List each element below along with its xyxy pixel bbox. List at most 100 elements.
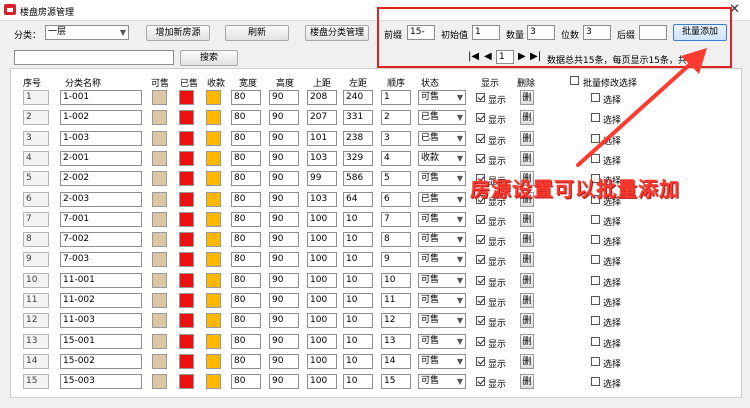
- row-left-input[interactable]: 10: [343, 313, 373, 328]
- row-top-input[interactable]: 103: [307, 192, 337, 207]
- row-height-input[interactable]: 90: [269, 313, 299, 328]
- row-delete-button[interactable]: 删: [520, 293, 534, 308]
- reserved-color-swatch[interactable]: [206, 374, 221, 389]
- row-status-select[interactable]: 可售 ▼: [418, 232, 466, 247]
- sold-color-swatch[interactable]: [179, 131, 194, 146]
- row-status-select[interactable]: 可售 ▼: [418, 273, 466, 288]
- row-status-select[interactable]: 已售 ▼: [418, 192, 466, 207]
- sold-color-swatch[interactable]: [179, 212, 194, 227]
- batch-edit-select-all-checkbox[interactable]: [570, 76, 579, 85]
- row-top-input[interactable]: 100: [307, 334, 337, 349]
- sold-color-swatch[interactable]: [179, 354, 194, 369]
- row-delete-button[interactable]: 删: [520, 252, 534, 267]
- sold-color-swatch[interactable]: [179, 110, 194, 125]
- row-status-select[interactable]: 可售 ▼: [418, 354, 466, 369]
- sold-color-swatch[interactable]: [179, 192, 194, 207]
- row-order-input[interactable]: 2: [381, 110, 411, 125]
- sellable-color-swatch[interactable]: [152, 354, 167, 369]
- row-left-input[interactable]: 238: [343, 131, 373, 146]
- sellable-color-swatch[interactable]: [152, 252, 167, 267]
- sold-color-swatch[interactable]: [179, 151, 194, 166]
- row-width-input[interactable]: 80: [231, 313, 261, 328]
- row-top-input[interactable]: 103: [307, 151, 337, 166]
- reserved-color-swatch[interactable]: [206, 90, 221, 105]
- row-name-input[interactable]: 7-001: [60, 212, 142, 227]
- row-delete-button[interactable]: 删: [520, 313, 534, 328]
- reserved-color-swatch[interactable]: [206, 171, 221, 186]
- row-left-input[interactable]: 10: [343, 212, 373, 227]
- row-left-input[interactable]: 10: [343, 293, 373, 308]
- row-delete-button[interactable]: 删: [520, 110, 534, 125]
- sellable-color-swatch[interactable]: [152, 334, 167, 349]
- row-order-input[interactable]: 12: [381, 313, 411, 328]
- row-show-checkbox[interactable]: [476, 235, 485, 244]
- row-height-input[interactable]: 90: [269, 171, 299, 186]
- reserved-color-swatch[interactable]: [206, 192, 221, 207]
- row-status-select[interactable]: 可售 ▼: [418, 212, 466, 227]
- row-width-input[interactable]: 80: [231, 354, 261, 369]
- row-status-select[interactable]: 可售 ▼: [418, 334, 466, 349]
- reserved-color-swatch[interactable]: [206, 334, 221, 349]
- sellable-color-swatch[interactable]: [152, 110, 167, 125]
- row-width-input[interactable]: 80: [231, 293, 261, 308]
- row-height-input[interactable]: 90: [269, 232, 299, 247]
- sold-color-swatch[interactable]: [179, 90, 194, 105]
- row-width-input[interactable]: 80: [231, 252, 261, 267]
- row-left-input[interactable]: 64: [343, 192, 373, 207]
- row-status-select[interactable]: 可售 ▼: [418, 313, 466, 328]
- row-delete-button[interactable]: 删: [520, 232, 534, 247]
- row-show-checkbox[interactable]: [476, 93, 485, 102]
- row-delete-button[interactable]: 删: [520, 354, 534, 369]
- row-delete-button[interactable]: 删: [520, 273, 534, 288]
- row-height-input[interactable]: 90: [269, 354, 299, 369]
- reserved-color-swatch[interactable]: [206, 151, 221, 166]
- row-top-input[interactable]: 100: [307, 354, 337, 369]
- row-left-input[interactable]: 329: [343, 151, 373, 166]
- row-height-input[interactable]: 90: [269, 212, 299, 227]
- row-order-input[interactable]: 13: [381, 334, 411, 349]
- row-select-checkbox[interactable]: [591, 276, 600, 285]
- row-status-select[interactable]: 已售 ▼: [418, 131, 466, 146]
- row-select-checkbox[interactable]: [591, 235, 600, 244]
- row-delete-button[interactable]: 删: [520, 212, 534, 227]
- row-name-input[interactable]: 11-002: [60, 293, 142, 308]
- category-select[interactable]: 一层 ▼: [45, 25, 129, 40]
- sellable-color-swatch[interactable]: [152, 293, 167, 308]
- row-height-input[interactable]: 90: [269, 192, 299, 207]
- row-status-select[interactable]: 已售 ▼: [418, 110, 466, 125]
- row-select-checkbox[interactable]: [591, 215, 600, 224]
- row-name-input[interactable]: 7-003: [60, 252, 142, 267]
- row-height-input[interactable]: 90: [269, 131, 299, 146]
- row-left-input[interactable]: 10: [343, 252, 373, 267]
- row-width-input[interactable]: 80: [231, 110, 261, 125]
- row-left-input[interactable]: 240: [343, 90, 373, 105]
- row-width-input[interactable]: 80: [231, 151, 261, 166]
- row-select-checkbox[interactable]: [591, 134, 600, 143]
- sold-color-swatch[interactable]: [179, 293, 194, 308]
- row-left-input[interactable]: 10: [343, 232, 373, 247]
- sold-color-swatch[interactable]: [179, 273, 194, 288]
- row-delete-button[interactable]: 删: [520, 90, 534, 105]
- row-order-input[interactable]: 4: [381, 151, 411, 166]
- row-select-checkbox[interactable]: [591, 377, 600, 386]
- row-status-select[interactable]: 可售 ▼: [418, 293, 466, 308]
- row-height-input[interactable]: 90: [269, 374, 299, 389]
- row-left-input[interactable]: 331: [343, 110, 373, 125]
- row-width-input[interactable]: 80: [231, 90, 261, 105]
- row-delete-button[interactable]: 删: [520, 131, 534, 146]
- row-select-checkbox[interactable]: [591, 154, 600, 163]
- reserved-color-swatch[interactable]: [206, 293, 221, 308]
- row-height-input[interactable]: 90: [269, 252, 299, 267]
- reserved-color-swatch[interactable]: [206, 232, 221, 247]
- sold-color-swatch[interactable]: [179, 252, 194, 267]
- sellable-color-swatch[interactable]: [152, 273, 167, 288]
- row-name-input[interactable]: 2-001: [60, 151, 142, 166]
- row-top-input[interactable]: 99: [307, 171, 337, 186]
- row-order-input[interactable]: 7: [381, 212, 411, 227]
- sold-color-swatch[interactable]: [179, 313, 194, 328]
- row-name-input[interactable]: 1-002: [60, 110, 142, 125]
- row-select-checkbox[interactable]: [591, 255, 600, 264]
- row-top-input[interactable]: 100: [307, 212, 337, 227]
- row-select-checkbox[interactable]: [591, 337, 600, 346]
- row-status-select[interactable]: 可售 ▼: [418, 252, 466, 267]
